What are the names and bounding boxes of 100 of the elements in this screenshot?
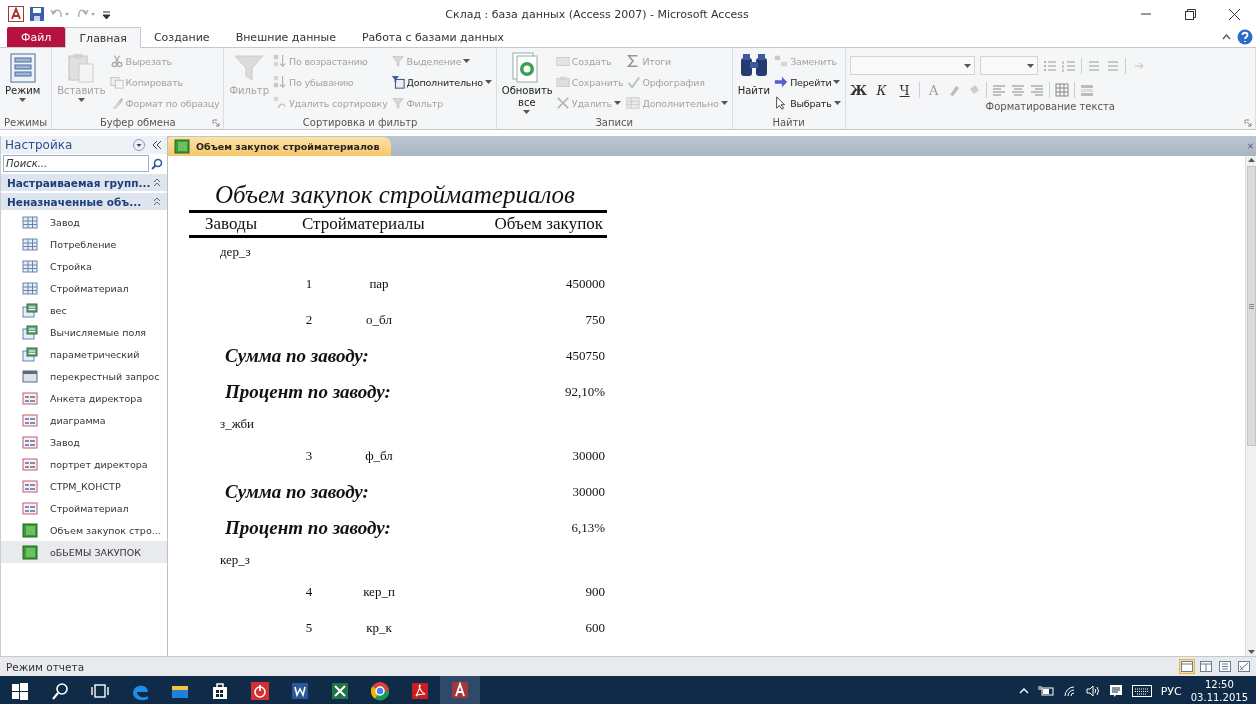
- form-icon: [22, 390, 38, 406]
- ribbon-button[interactable]: Перейти: [774, 73, 841, 91]
- sort-ascending-icon: [273, 54, 288, 68]
- nav-item[interactable]: Стройматериал: [1, 277, 167, 299]
- save-icon[interactable]: [30, 7, 44, 21]
- nav-group-header[interactable]: Неназначенные объ...: [1, 193, 167, 210]
- nav-item[interactable]: Завод: [1, 211, 167, 233]
- window-title: Склад : база данных (Access 2007) - Microsoft Access: [445, 7, 749, 21]
- search-field[interactable]: Поиск...: [3, 155, 149, 172]
- chevron-up-icon[interactable]: [1018, 688, 1029, 694]
- battery-icon[interactable]: [1037, 685, 1054, 697]
- volume-cell-text: 450000: [565, 276, 606, 292]
- form-icon: [22, 456, 38, 472]
- customize-toolbar-icon[interactable]: [102, 8, 111, 20]
- help-icon[interactable]: [1237, 29, 1253, 45]
- ribbon-button[interactable]: Режим: [4, 50, 42, 115]
- nav-item[interactable]: вес: [1, 299, 167, 321]
- clock-date[interactable]: 03.11.2015: [1190, 691, 1248, 704]
- wifi-icon[interactable]: [1062, 685, 1077, 697]
- new-record-icon: [555, 54, 570, 68]
- ribbon-button[interactable]: Выбрать: [774, 94, 841, 112]
- view-button[interactable]: [1179, 659, 1195, 674]
- font-size-field[interactable]: [979, 56, 1038, 75]
- group-label: Сортировка и фильтр: [302, 116, 418, 128]
- notification-icon[interactable]: [1108, 684, 1123, 698]
- language-indicator[interactable]: РУС: [1160, 684, 1182, 698]
- nav-group-header[interactable]: Настраиваемая групп...: [1, 174, 167, 191]
- ribbon-tab[interactable]: Создание: [140, 27, 223, 47]
- nav-item[interactable]: портрет директора: [1, 453, 167, 475]
- nav-item[interactable]: Потребление: [1, 233, 167, 255]
- report-icon: [22, 522, 38, 538]
- sum-value: 450750: [565, 348, 606, 364]
- search-icon[interactable]: [151, 157, 163, 170]
- caret-icon: [833, 101, 841, 105]
- nav-item[interactable]: Завод: [1, 431, 167, 453]
- ribbon-tab[interactable]: Главная: [65, 27, 141, 48]
- power-icon: [249, 680, 271, 702]
- view-button[interactable]: [1236, 659, 1252, 674]
- nav-item[interactable]: Вычисляемые поля: [1, 321, 167, 343]
- nav-item[interactable]: СТРМ_КОНСТР: [1, 475, 167, 497]
- column-header: Объем закупок: [493, 214, 604, 234]
- caret-icon: [19, 98, 27, 102]
- format-button[interactable]: Ч: [895, 81, 914, 99]
- pdf-icon: [409, 680, 431, 702]
- taskbar-button[interactable]: [440, 676, 480, 704]
- ribbon-button[interactable]: Найти: [736, 50, 772, 115]
- column-header: Заводы: [204, 214, 259, 234]
- caret-icon: [77, 98, 85, 102]
- nav-item[interactable]: перекрестный запрос: [1, 365, 167, 387]
- format-button[interactable]: К: [872, 81, 891, 99]
- alternate-row-color-icon[interactable]: [1079, 83, 1094, 97]
- nav-item[interactable]: Стройматериал: [1, 497, 167, 519]
- access-icon[interactable]: [8, 6, 24, 22]
- collapse-pane-icon[interactable]: [151, 140, 163, 150]
- collapse-ribbon-icon[interactable]: [1222, 34, 1231, 40]
- view-button[interactable]: [1198, 659, 1214, 674]
- ribbon-tab[interactable]: Внешние данные: [222, 27, 349, 47]
- dialog-launcher-icon[interactable]: [212, 119, 221, 127]
- percent-label: Процент по заводу:: [224, 381, 391, 403]
- document-tab[interactable]: Объем закупок стройматериалов: [168, 137, 392, 156]
- report-title: Объем закупок стройматериалов: [215, 181, 575, 208]
- volume-icon[interactable]: [1085, 685, 1100, 697]
- volume-cell-text: 900: [584, 584, 606, 600]
- ribbon-tab[interactable]: Файл: [7, 27, 66, 47]
- nav-item[interactable]: Объем закупок стро...: [1, 519, 167, 541]
- clock-time[interactable]: 12:50: [1204, 678, 1234, 691]
- row-number: 1: [304, 276, 314, 292]
- ribbon-button[interactable]: Обновить все: [500, 50, 553, 116]
- percent-value: 6,13%: [570, 520, 606, 536]
- nav-item[interactable]: Анкета директора: [1, 387, 167, 409]
- sum-label: Сумма по заводу:: [224, 345, 369, 367]
- spelling-icon: [626, 75, 641, 89]
- ribbon-button[interactable]: Дополнительно: [390, 73, 492, 91]
- group-name: кер_з: [220, 552, 250, 568]
- access-icon: [449, 679, 471, 701]
- grip-icon[interactable]: [1248, 303, 1254, 309]
- nav-item[interactable]: оБЬЕМЫ ЗАКУПОК: [1, 541, 167, 563]
- keyboard-icon[interactable]: [1131, 685, 1152, 697]
- dialog-launcher-icon[interactable]: [1244, 119, 1252, 127]
- caret-icon: [720, 101, 728, 105]
- nav-item[interactable]: диаграмма: [1, 409, 167, 431]
- material-cell-text: о_бл: [365, 312, 393, 328]
- format-button[interactable]: Ж: [849, 81, 868, 99]
- nav-item[interactable]: Стройка: [1, 255, 167, 277]
- font-name-field[interactable]: [849, 56, 975, 75]
- scissors-icon: [109, 54, 124, 68]
- nav-item[interactable]: параметрический: [1, 343, 167, 365]
- group-label: Режимы: [4, 116, 48, 128]
- vertical-scrollbar[interactable]: [1245, 156, 1256, 656]
- restore-icon: [1184, 8, 1196, 20]
- material-cell-text: пар: [368, 276, 390, 292]
- view-button[interactable]: [1217, 659, 1233, 674]
- filter-icon: [390, 54, 405, 68]
- dropdown-icon[interactable]: [133, 139, 145, 151]
- query-icon: [22, 346, 38, 362]
- close-icon[interactable]: [1248, 142, 1256, 150]
- chrome-icon: [369, 680, 391, 702]
- ribbon-tab[interactable]: Работа с базами данных: [349, 27, 518, 47]
- sort-descending-icon: [273, 75, 288, 89]
- query-icon: [22, 324, 38, 340]
